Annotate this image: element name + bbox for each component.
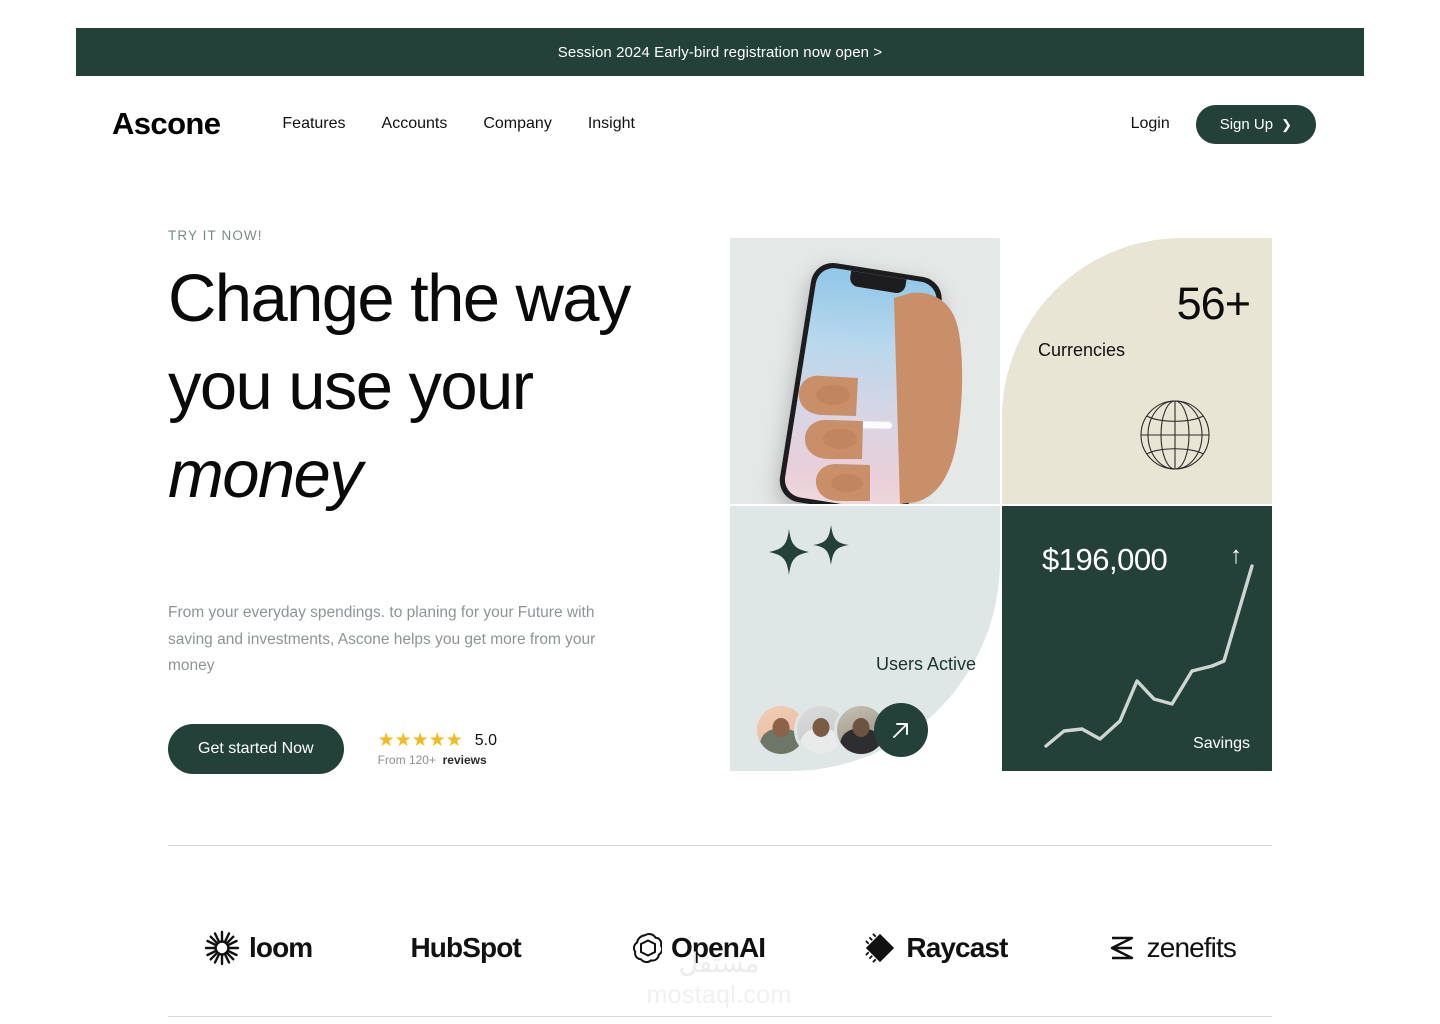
logo-loom-label: loom [249, 932, 313, 963]
announcement-bar[interactable]: Session 2024 Early-bird registration now… [76, 28, 1364, 76]
savings-card: $196,000 ↑ Savings [1002, 506, 1272, 771]
partner-logos: loom HubSpot OpenAI Raycast zenefits [168, 905, 1272, 991]
raycast-icon [865, 933, 895, 963]
hero-cta-row: Get started Now ★★★★★ 5.0 From 120+ revi… [168, 724, 497, 774]
logo-zenefits[interactable]: zenefits [1106, 932, 1237, 964]
rating-block: ★★★★★ 5.0 From 120+ reviews [378, 731, 497, 767]
logo-hubspot-label: HubSpot [410, 932, 521, 963]
rating-reviews-text: reviews [442, 753, 487, 767]
avatar-group [754, 703, 928, 757]
brand-logo[interactable]: Ascone [112, 106, 221, 142]
main-navigation: Ascone Features Accounts Company Insight… [112, 96, 1316, 152]
sparkles-group [768, 525, 850, 576]
logo-zenefits-label: zenefits [1146, 932, 1237, 963]
phone-body [776, 259, 945, 504]
nav-item-features[interactable]: Features [282, 115, 345, 133]
announcement-text: Session 2024 Early-bird registration now… [557, 43, 883, 61]
signup-button[interactable]: Sign Up ❯ [1195, 104, 1316, 144]
loom-icon [204, 930, 240, 966]
nav-links: Features Accounts Company Insight [282, 115, 635, 133]
phone-notch [848, 270, 907, 295]
hero-paragraph: From your everyday spendings. to planing… [168, 604, 596, 675]
divider-bottom [168, 1016, 1272, 1017]
phone-photo-card [730, 238, 1000, 504]
headline-line-1: Change the way [168, 261, 631, 336]
logo-openai-label: OpenAI [671, 932, 766, 963]
logo-raycast-label: Raycast [906, 932, 1008, 963]
rating-from-text: From 120+ [377, 753, 436, 767]
arrow-up-right-icon [893, 723, 908, 738]
get-started-button[interactable]: Get started Now [168, 724, 344, 774]
currencies-label: Currencies [1038, 340, 1126, 360]
hero-eyebrow: TRY IT NOW! [168, 228, 263, 243]
divider-top [168, 845, 1272, 846]
currencies-card: 56+ Currencies [1002, 238, 1272, 504]
logo-raycast[interactable]: Raycast [863, 931, 1008, 965]
rating-score: 5.0 [474, 731, 498, 749]
users-active-label: Users Active [875, 654, 976, 674]
savings-label: Savings [1193, 735, 1250, 752]
logo-hubspot[interactable]: HubSpot [410, 932, 529, 964]
rating-row: ★★★★★ 5.0 [378, 731, 497, 750]
chevron-right-icon: ❯ [1281, 116, 1292, 132]
nav-item-accounts[interactable]: Accounts [382, 115, 448, 133]
hero-card-grid: 56+ Currencies Users Active $196,000 ↑ S… [730, 238, 1274, 773]
logo-openai[interactable]: OpenAI [628, 931, 766, 965]
sparkle-icon [769, 529, 809, 575]
headline-line-2: you use your [168, 348, 534, 424]
users-active-card: Users Active [730, 506, 1000, 771]
phone-screen-bar [818, 420, 893, 429]
nav-item-insight[interactable]: Insight [588, 115, 635, 133]
sparkle-icon [813, 525, 849, 565]
openai-icon [632, 933, 663, 964]
star-rating-icon: ★★★★★ [377, 730, 463, 751]
phone-mockup [775, 259, 962, 504]
phone-screen [782, 265, 940, 504]
landing-page: Session 2024 Early-bird registration now… [0, 0, 1440, 1024]
zenefits-icon [1110, 936, 1133, 960]
nav-item-company[interactable]: Company [483, 115, 551, 133]
users-arrow-button[interactable] [874, 703, 928, 757]
login-link[interactable]: Login [1131, 115, 1170, 133]
headline-line-3: money [168, 436, 363, 512]
nav-actions: Login Sign Up ❯ [1131, 104, 1316, 144]
signup-button-label: Sign Up [1219, 115, 1274, 133]
hero-content: TRY IT NOW! Change the way you use your … [168, 228, 688, 774]
avatar-head [812, 718, 830, 737]
avatar-head [852, 718, 870, 737]
rating-subtext: From 120+ reviews [378, 753, 497, 767]
logo-loom[interactable]: loom [204, 930, 313, 966]
currencies-count: 56+ [1176, 278, 1251, 329]
page-title: Change the way you use your money [168, 255, 688, 518]
globe-icon [1140, 400, 1210, 470]
avatar-head [772, 718, 790, 737]
